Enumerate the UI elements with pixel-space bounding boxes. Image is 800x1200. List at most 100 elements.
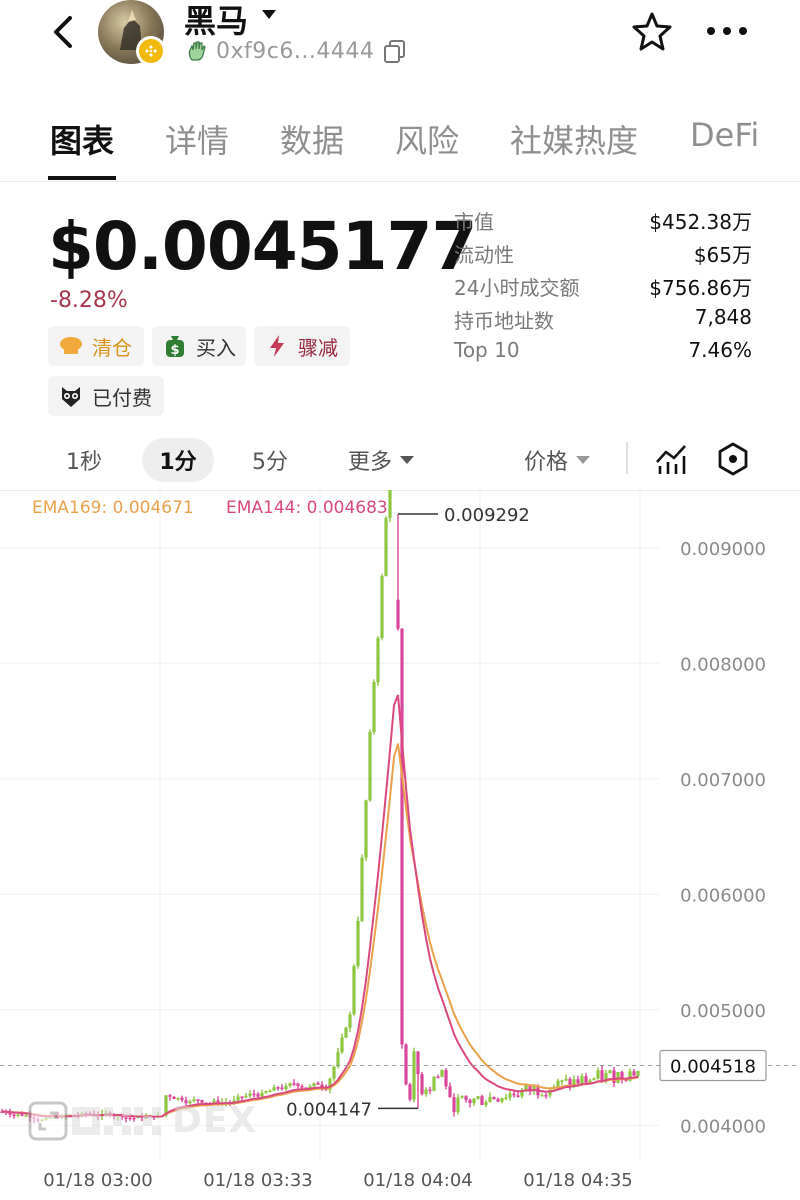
tab-defi[interactable]: DeFi bbox=[690, 116, 759, 154]
candle-body bbox=[276, 1087, 280, 1089]
candle-body bbox=[360, 857, 364, 921]
candle-body bbox=[380, 576, 384, 638]
expand-icon[interactable] bbox=[28, 1101, 68, 1141]
interval-1m[interactable]: 1分 bbox=[142, 438, 214, 482]
chart-settings-icon[interactable] bbox=[716, 442, 750, 476]
x-tick-label: 01/18 03:00 bbox=[43, 1170, 152, 1191]
y-tick-label: 0.008000 bbox=[680, 654, 766, 675]
dex-watermark-text: DEX bbox=[172, 1100, 258, 1141]
tag-dump[interactable]: 骤减 bbox=[254, 326, 350, 366]
tab-chart[interactable]: 图表 bbox=[50, 116, 114, 162]
candle-body bbox=[352, 965, 356, 1015]
back-arrow-icon[interactable] bbox=[46, 12, 82, 52]
tag-dump-label: 骤减 bbox=[298, 335, 338, 360]
candle-body bbox=[372, 681, 376, 733]
tab-details[interactable]: 详情 bbox=[165, 116, 229, 162]
candle-body bbox=[476, 1096, 480, 1099]
candle-body bbox=[452, 1097, 456, 1112]
hand-icon bbox=[188, 41, 206, 61]
candle-body bbox=[368, 732, 372, 801]
tab-bar: 图表 详情 数据 风险 社媒热度 DeFi bbox=[0, 110, 800, 182]
bnb-icon bbox=[145, 45, 157, 57]
candle-body bbox=[364, 800, 368, 858]
candle-body bbox=[592, 1078, 596, 1081]
stat-value: $65万 bbox=[693, 243, 752, 267]
candle-body bbox=[460, 1095, 464, 1098]
candle-body bbox=[516, 1095, 520, 1097]
token-name[interactable]: 黑马 bbox=[184, 0, 248, 42]
candle-body bbox=[272, 1087, 276, 1091]
tag-clear[interactable]: 清仓 bbox=[48, 326, 144, 366]
stat-top10: Top 10 7.46% bbox=[454, 334, 752, 367]
candle-body bbox=[300, 1086, 304, 1088]
tab-risk[interactable]: 风险 bbox=[395, 116, 459, 162]
stat-value: $452.38万 bbox=[649, 210, 752, 234]
tag-paid[interactable]: 已付费 bbox=[48, 376, 164, 416]
candle-body bbox=[544, 1095, 548, 1097]
candle-body bbox=[468, 1099, 472, 1104]
chef-hat-icon bbox=[60, 337, 82, 354]
candle-body bbox=[596, 1070, 600, 1079]
token-dropdown-caret-icon[interactable] bbox=[262, 8, 276, 20]
candle-body bbox=[340, 1037, 344, 1053]
price-mode-label: 价格 bbox=[523, 450, 568, 475]
candle-body bbox=[268, 1090, 272, 1093]
y-tick-label: 0.006000 bbox=[680, 885, 766, 906]
y-tick-label: 0.005000 bbox=[680, 1001, 766, 1022]
candle-body bbox=[576, 1079, 580, 1084]
price-change: -8.28% bbox=[50, 288, 128, 313]
stat-label: 流动性 bbox=[454, 243, 514, 267]
caret-down-icon bbox=[400, 456, 414, 464]
stat-24h-volume: 24小时成交额 $756.86万 bbox=[454, 268, 752, 301]
interval-more[interactable]: 更多 bbox=[336, 438, 426, 482]
tab-data[interactable]: 数据 bbox=[280, 116, 344, 162]
candle-body bbox=[280, 1087, 284, 1090]
stat-label: Top 10 bbox=[454, 338, 520, 362]
candle-body bbox=[492, 1096, 496, 1100]
candle-body bbox=[348, 1014, 352, 1028]
candle-body bbox=[336, 1052, 340, 1067]
copy-icon[interactable] bbox=[382, 38, 408, 64]
address-row: 0xf9c6...4444 bbox=[186, 38, 408, 64]
candle-body bbox=[168, 1095, 172, 1097]
token-avatar bbox=[98, 0, 166, 66]
owl-icon bbox=[62, 387, 80, 407]
candle-body bbox=[240, 1096, 244, 1099]
more-options-icon[interactable] bbox=[706, 26, 748, 36]
candle-body bbox=[508, 1093, 512, 1098]
money-bag-icon: $ bbox=[166, 336, 184, 358]
stat-liquidity: 流动性 $65万 bbox=[454, 235, 752, 268]
candlestick-chart[interactable]: 0.009000 0.008000 0.007000 0.006000 0.005000… bbox=[0, 490, 800, 1200]
token-stats: 市值 $452.38万 流动性 $65万 24小时成交额 $756.86万 持币… bbox=[454, 202, 752, 367]
tag-buy[interactable]: $ 买入 bbox=[152, 326, 246, 366]
favorite-star-icon[interactable] bbox=[630, 10, 674, 54]
candle-body bbox=[400, 628, 404, 1045]
candle-body bbox=[580, 1076, 584, 1084]
candle-body bbox=[408, 1084, 412, 1100]
interval-bar: 1秒 1分 5分 更多 价格 bbox=[0, 432, 800, 486]
candle-body bbox=[384, 518, 388, 577]
candle-body bbox=[484, 1102, 488, 1105]
interval-5m[interactable]: 5分 bbox=[234, 438, 306, 482]
candle-body bbox=[316, 1083, 320, 1085]
interval-1s[interactable]: 1秒 bbox=[48, 438, 120, 482]
candle-body bbox=[600, 1070, 604, 1082]
candle-body bbox=[424, 1089, 428, 1095]
candle-body bbox=[496, 1099, 500, 1102]
x-tick-label: 01/18 04:35 bbox=[523, 1170, 632, 1191]
stat-label: 市值 bbox=[454, 210, 494, 234]
candle-body bbox=[356, 920, 360, 966]
candle-body bbox=[344, 1027, 348, 1038]
tag-paid-label: 已付费 bbox=[92, 385, 152, 410]
tab-social-heat[interactable]: 社媒热度 bbox=[510, 116, 638, 162]
interval-more-label: 更多 bbox=[347, 450, 392, 475]
indicators-icon[interactable] bbox=[654, 442, 688, 476]
tag-clear-label: 清仓 bbox=[92, 335, 132, 360]
candle-body bbox=[248, 1093, 252, 1096]
candle-body bbox=[172, 1096, 176, 1100]
active-tab-indicator bbox=[48, 176, 116, 180]
candle-body bbox=[512, 1093, 516, 1096]
current-price: $0.0045177 bbox=[48, 208, 477, 285]
price-mode-select[interactable]: 价格 bbox=[512, 438, 602, 482]
stat-label: 持币地址数 bbox=[454, 309, 554, 333]
